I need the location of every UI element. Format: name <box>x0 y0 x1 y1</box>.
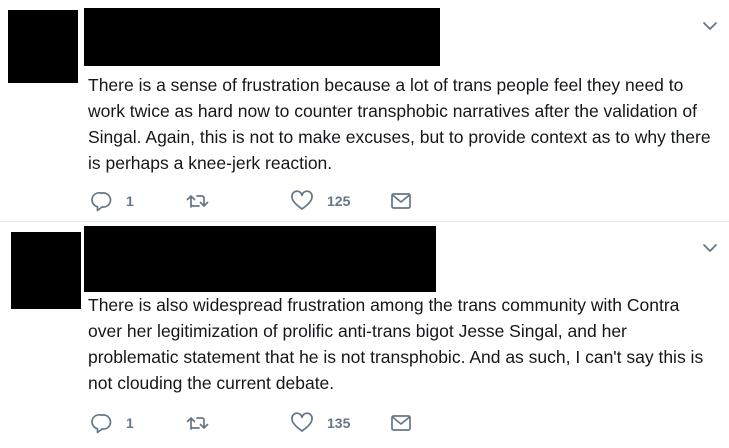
envelope-icon <box>389 412 413 434</box>
retweet-icon <box>186 190 210 212</box>
envelope-icon <box>389 190 413 212</box>
reply-button[interactable]: 1 <box>91 411 134 435</box>
direct-message-button[interactable] <box>389 411 413 435</box>
tweet[interactable]: There is a sense of frustration because … <box>0 0 729 222</box>
like-count: 135 <box>327 415 351 431</box>
like-button[interactable]: 135 <box>290 411 350 435</box>
author-name-redacted[interactable] <box>84 226 436 292</box>
tweet-text: There is also widespread frustration amo… <box>88 295 704 393</box>
reply-button[interactable]: 1 <box>91 189 134 213</box>
reply-count: 1 <box>126 415 134 431</box>
chevron-down-icon[interactable] <box>701 17 719 35</box>
avatar-redacted[interactable] <box>8 10 78 83</box>
reply-count: 1 <box>126 193 134 209</box>
like-count: 125 <box>327 193 351 209</box>
tweet-actions: 1 135 <box>91 411 431 435</box>
avatar-redacted[interactable] <box>11 232 81 309</box>
chevron-down-icon[interactable] <box>701 239 719 257</box>
retweet-button[interactable] <box>186 411 223 435</box>
author-name-redacted[interactable] <box>84 8 440 66</box>
heart-icon <box>290 190 314 212</box>
reply-icon <box>91 190 113 212</box>
direct-message-button[interactable] <box>389 189 413 213</box>
tweet-text: There is a sense of frustration because … <box>88 75 711 173</box>
retweet-button[interactable] <box>186 189 223 213</box>
tweet[interactable]: There is also widespread frustration amo… <box>0 222 729 448</box>
tweet-actions: 1 125 <box>91 189 431 213</box>
heart-icon <box>290 412 314 434</box>
reply-icon <box>91 412 113 434</box>
retweet-icon <box>186 412 210 434</box>
like-button[interactable]: 125 <box>290 189 350 213</box>
